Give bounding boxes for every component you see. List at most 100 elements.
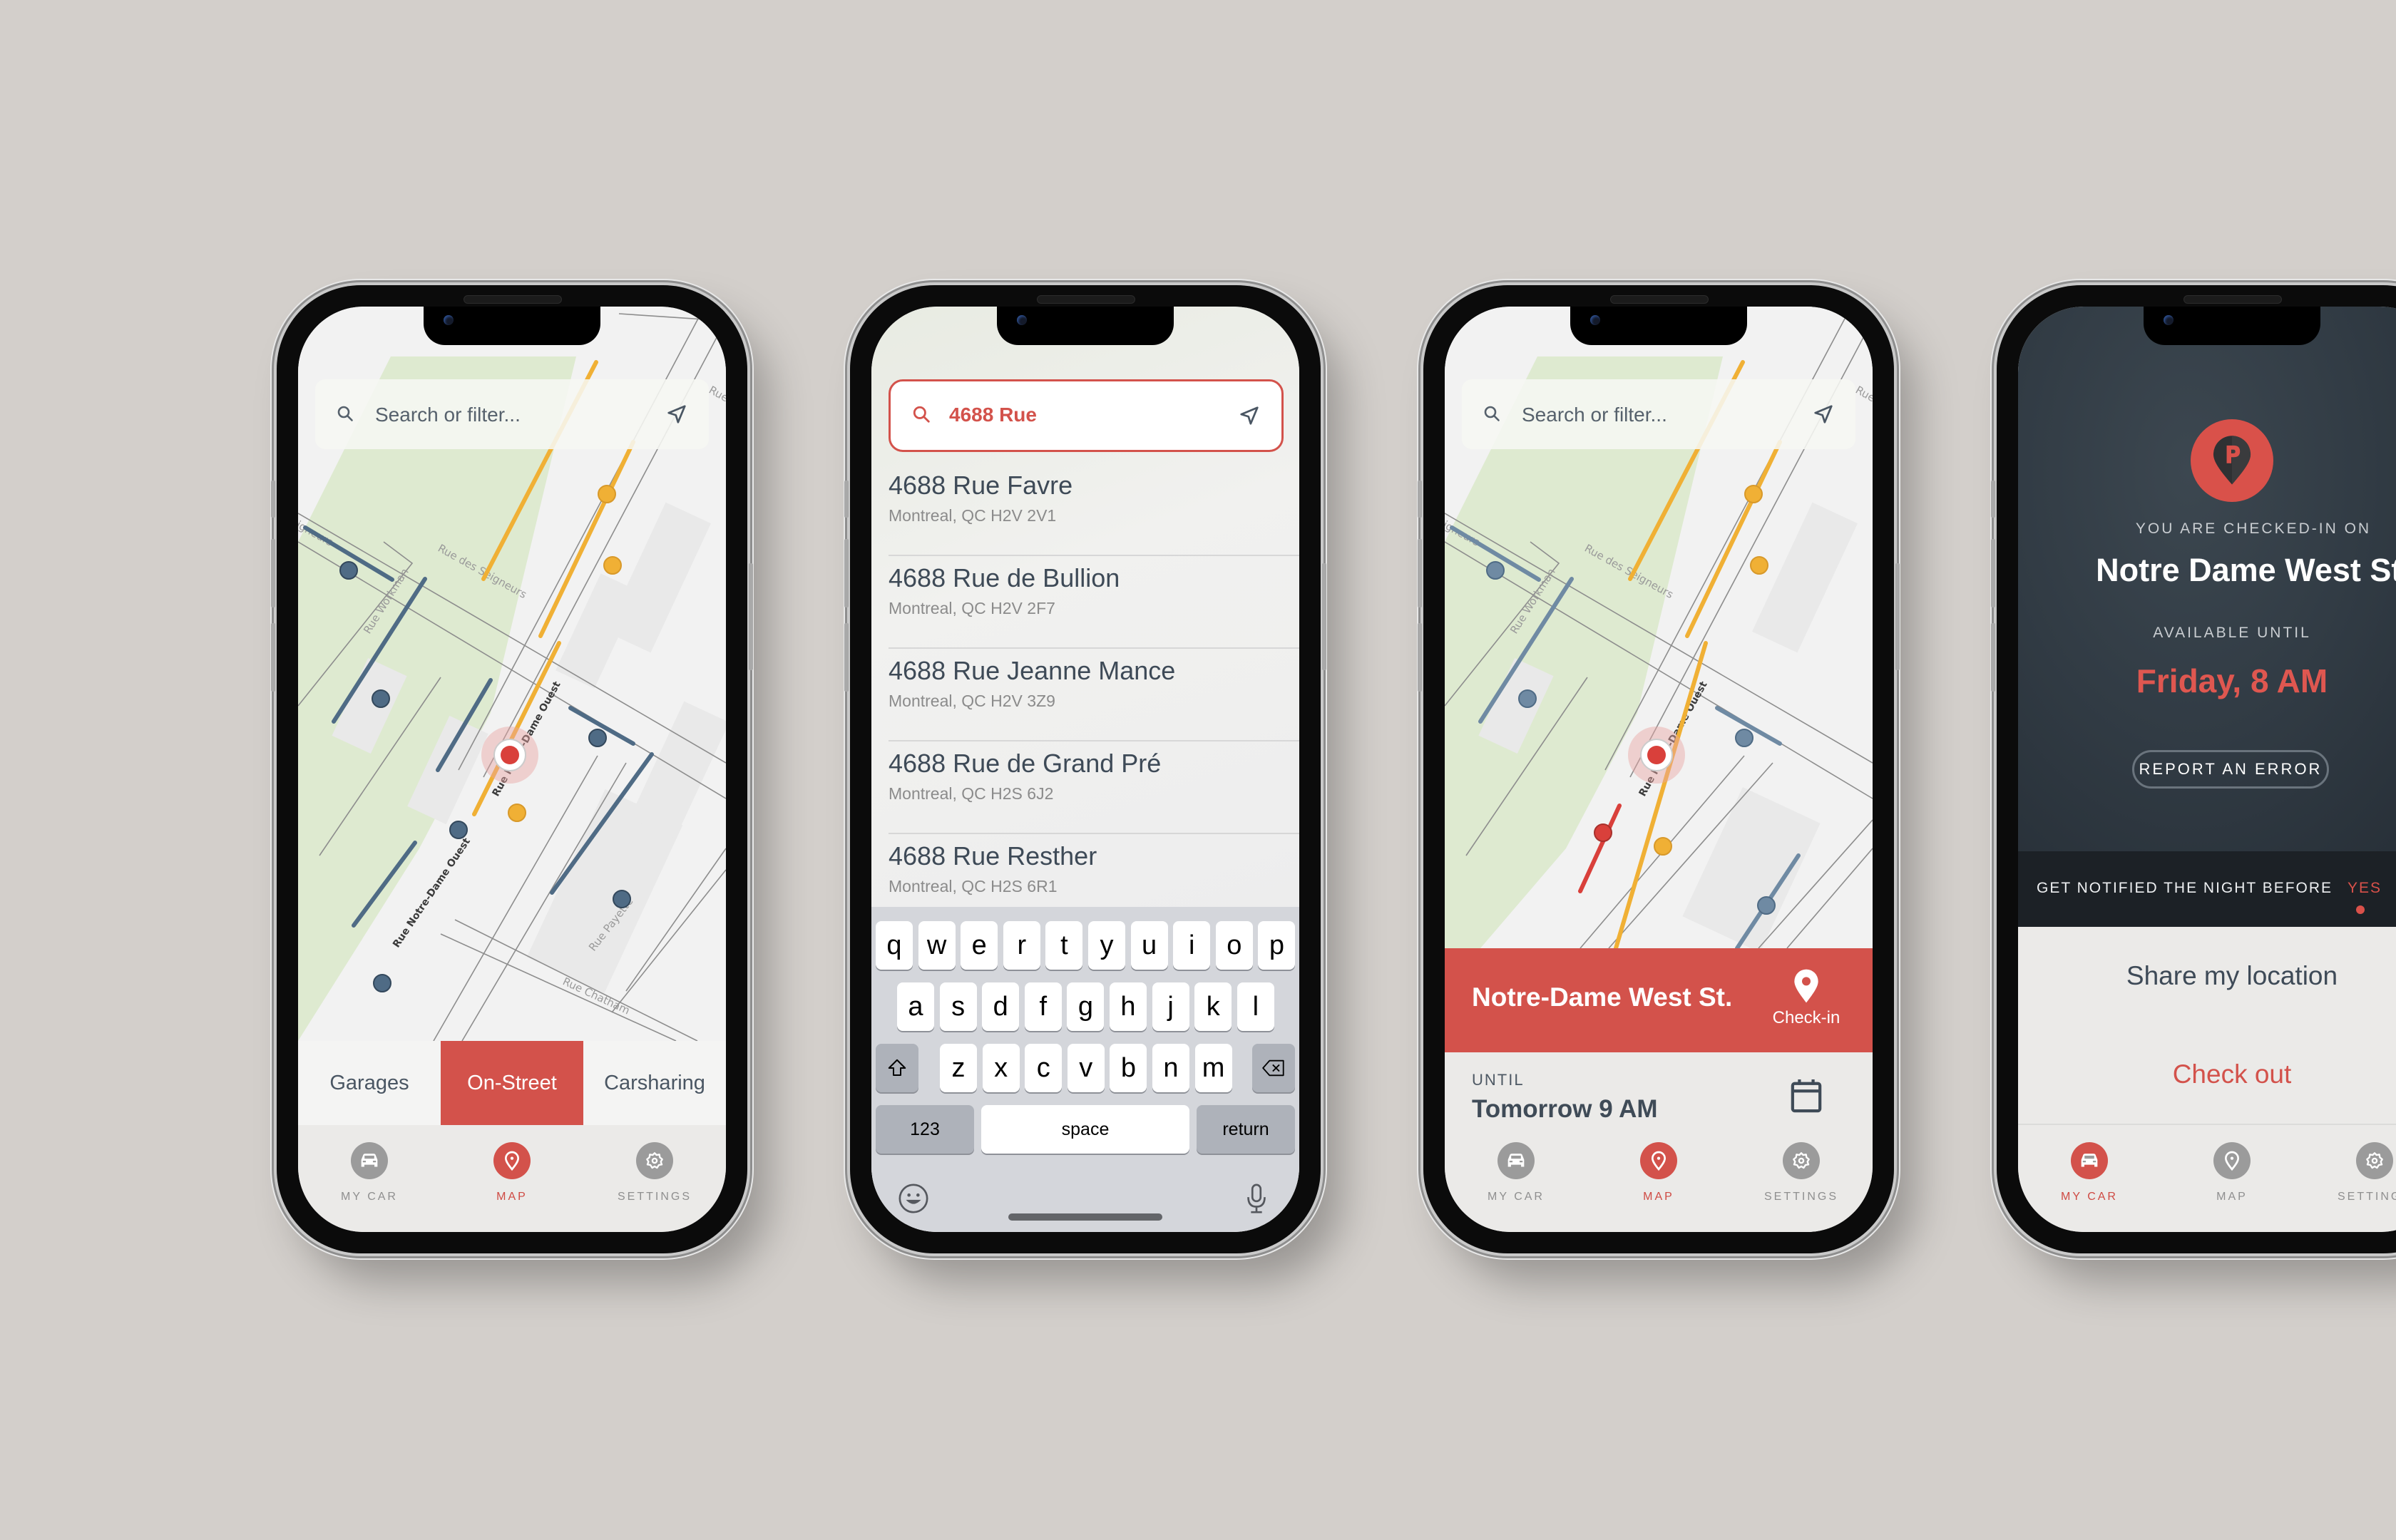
- navigation-arrow-icon[interactable]: [666, 404, 687, 425]
- search-bar[interactable]: Search or filter...: [315, 379, 709, 449]
- check-in-label: Check-in: [1772, 1008, 1840, 1027]
- result-item[interactable]: 4688 Rue Favre Montreal, QC H2V 2V1: [889, 463, 1299, 556]
- until-picker[interactable]: UNTIL Tomorrow 9 AM: [1445, 1052, 1873, 1126]
- speaker: [2183, 295, 2282, 304]
- search-input[interactable]: 4688 Rue: [949, 404, 1037, 426]
- delete-key[interactable]: [1252, 1044, 1295, 1092]
- space-key[interactable]: space: [981, 1105, 1189, 1154]
- key-c[interactable]: c: [1025, 1044, 1063, 1092]
- phone-checkin-screen: Rue des Seigneurs Seigneurs Rue Workman …: [1418, 285, 1900, 1253]
- key-l[interactable]: l: [1237, 982, 1274, 1031]
- tab-label: MAP: [1643, 1191, 1674, 1203]
- tab-map[interactable]: MAP: [1587, 1125, 1730, 1232]
- camera: [1590, 315, 1600, 325]
- tab-label: MY CAR: [1488, 1191, 1545, 1203]
- search-bar[interactable]: Search or filter...: [1462, 379, 1855, 449]
- location-pin-icon: [1794, 969, 1818, 1003]
- key-d[interactable]: d: [982, 982, 1020, 1031]
- navigation-arrow-icon[interactable]: [1813, 404, 1834, 425]
- tab-label: SETTINGS: [617, 1191, 692, 1203]
- key-a[interactable]: a: [897, 982, 934, 1031]
- screen: Rue des Seigneurs Seigneurs Rue Workman …: [298, 307, 726, 1232]
- key-v[interactable]: v: [1067, 1044, 1105, 1092]
- search-bar-active[interactable]: 4688 Rue: [889, 379, 1284, 452]
- key-x[interactable]: x: [982, 1044, 1020, 1092]
- key-g[interactable]: g: [1067, 982, 1105, 1031]
- tab-settings[interactable]: SETTINGS: [2303, 1125, 2396, 1232]
- key-m[interactable]: m: [1194, 1044, 1232, 1092]
- phone-search-screen: 4688 Rue 4688 Rue Favre Montreal, QC H2V…: [844, 285, 1326, 1253]
- on-screen-keyboard: qwertyuiop asdfghjkl zxcvbnm 123 space r…: [871, 907, 1299, 1232]
- parking-type-selector: Garages On-Street Carsharing: [298, 1041, 726, 1125]
- search-input[interactable]: Search or filter...: [1522, 404, 1667, 426]
- key-p[interactable]: p: [1258, 921, 1296, 970]
- key-w[interactable]: w: [918, 921, 956, 970]
- tab-my-car[interactable]: MY CAR: [298, 1125, 441, 1232]
- result-item[interactable]: 4688 Rue de Bullion Montreal, QC H2V 2F7: [889, 556, 1299, 649]
- key-u[interactable]: u: [1130, 921, 1168, 970]
- backspace-icon: [1262, 1059, 1284, 1077]
- key-i[interactable]: i: [1173, 921, 1211, 970]
- numbers-key[interactable]: 123: [876, 1105, 974, 1154]
- key-e[interactable]: e: [961, 921, 998, 970]
- result-title: 4688 Rue de Grand Pré: [889, 749, 1162, 778]
- phone-my-car-screen: YOU ARE CHECKED-IN ON Notre Dame West St…: [1991, 285, 2396, 1253]
- key-j[interactable]: j: [1152, 982, 1189, 1031]
- tab-label: SETTINGS: [2337, 1191, 2396, 1203]
- notify-value[interactable]: YES: [2348, 880, 2382, 897]
- calendar-icon[interactable]: [1790, 1078, 1823, 1114]
- report-error-button[interactable]: REPORT AN ERROR: [2132, 750, 2329, 789]
- gear-icon: [643, 1149, 666, 1172]
- segment-garages[interactable]: Garages: [298, 1041, 441, 1125]
- share-location-button[interactable]: Share my location: [2018, 927, 2396, 1027]
- key-y[interactable]: y: [1088, 921, 1125, 970]
- emoji-icon[interactable]: [897, 1182, 930, 1215]
- check-in-button[interactable]: Check-in: [1767, 968, 1845, 1028]
- navigation-arrow-icon[interactable]: [1239, 405, 1260, 426]
- notch: [1570, 307, 1747, 345]
- segment-on-street[interactable]: On-Street: [441, 1041, 583, 1125]
- key-o[interactable]: o: [1215, 921, 1253, 970]
- car-icon: [357, 1149, 382, 1173]
- key-s[interactable]: s: [939, 982, 977, 1031]
- result-title: 4688 Rue Jeanne Mance: [889, 656, 1176, 685]
- key-r[interactable]: r: [1003, 921, 1040, 970]
- result-subtitle: Montreal, QC H2S 6J2: [889, 784, 1054, 803]
- key-h[interactable]: h: [1110, 982, 1147, 1031]
- car-icon: [1504, 1149, 1528, 1173]
- segment-carsharing[interactable]: Carsharing: [583, 1041, 726, 1125]
- microphone-icon[interactable]: [1242, 1182, 1271, 1215]
- tab-bar: MY CAR MAP SETTINGS: [298, 1125, 726, 1232]
- shift-key[interactable]: [876, 1044, 918, 1092]
- key-f[interactable]: f: [1024, 982, 1062, 1031]
- return-key[interactable]: return: [1197, 1105, 1295, 1154]
- key-n[interactable]: n: [1152, 1044, 1189, 1092]
- tab-my-car[interactable]: MY CAR: [2018, 1125, 2161, 1232]
- result-item[interactable]: 4688 Rue Jeanne Mance Montreal, QC H2V 3…: [889, 649, 1299, 741]
- tab-settings[interactable]: SETTINGS: [583, 1125, 726, 1232]
- tab-my-car[interactable]: MY CAR: [1445, 1125, 1587, 1232]
- key-k[interactable]: k: [1194, 982, 1232, 1031]
- result-title: 4688 Rue de Bullion: [889, 563, 1120, 592]
- notch: [997, 307, 1174, 345]
- car-icon: [2077, 1149, 2101, 1173]
- map-pin-icon: [501, 1149, 523, 1172]
- key-b[interactable]: b: [1110, 1044, 1147, 1092]
- search-input[interactable]: Search or filter...: [375, 404, 521, 426]
- tab-settings[interactable]: SETTINGS: [1730, 1125, 1873, 1232]
- tab-map[interactable]: MAP: [2161, 1125, 2303, 1232]
- key-q[interactable]: q: [876, 921, 913, 970]
- tab-map[interactable]: MAP: [441, 1125, 583, 1232]
- notify-toggle-row[interactable]: GET NOTIFIED THE NIGHT BEFORE YES: [2018, 851, 2396, 927]
- search-results: 4688 Rue Favre Montreal, QC H2V 2V1 4688…: [889, 463, 1299, 927]
- speaker: [464, 295, 562, 304]
- shift-icon: [888, 1059, 906, 1076]
- camera: [2164, 315, 2174, 325]
- until-label: UNTIL: [1472, 1071, 1525, 1089]
- notch: [424, 307, 600, 345]
- key-t[interactable]: t: [1045, 921, 1083, 970]
- key-z[interactable]: z: [940, 1044, 977, 1092]
- result-subtitle: Montreal, QC H2S 6R1: [889, 877, 1058, 895]
- result-item[interactable]: 4688 Rue de Grand Pré Montreal, QC H2S 6…: [889, 741, 1299, 834]
- check-out-button[interactable]: Check out: [2018, 1025, 2396, 1125]
